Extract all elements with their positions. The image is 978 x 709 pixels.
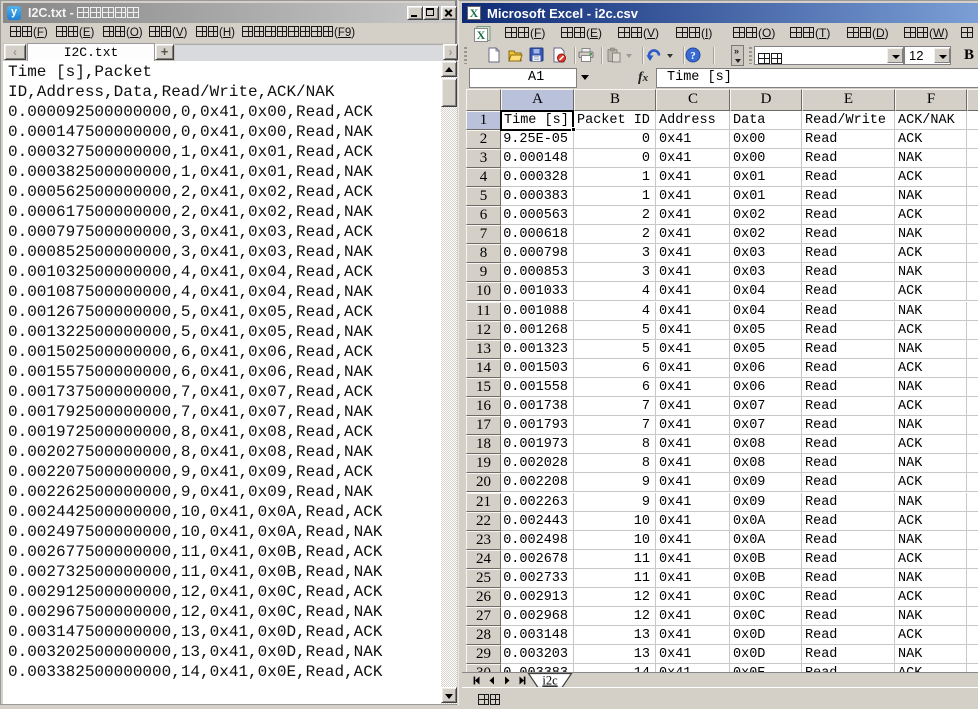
svg-text:i2c: i2c: [542, 674, 558, 688]
svg-text:X: X: [477, 28, 486, 42]
svg-text:?: ?: [690, 50, 696, 62]
